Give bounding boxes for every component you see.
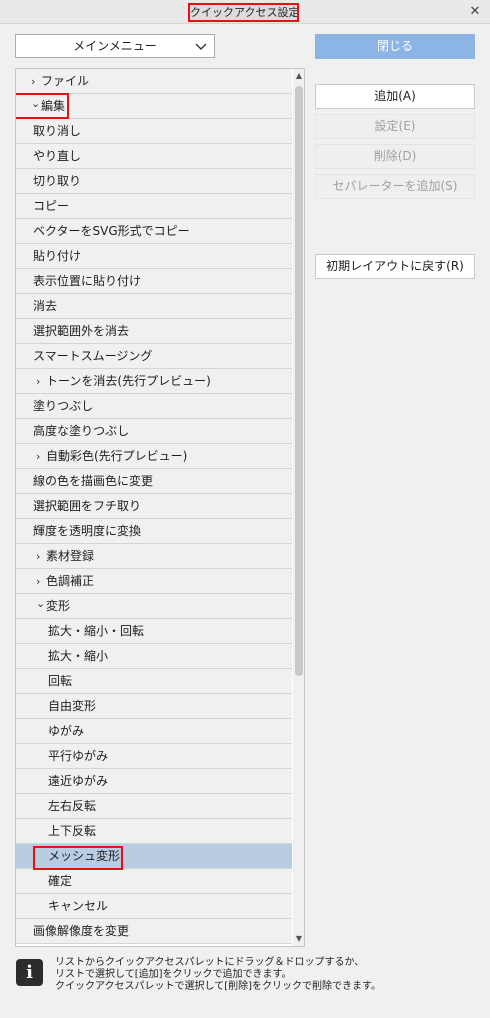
tree-item[interactable]: › 自動彩色(先行プレビュー) (16, 444, 292, 469)
expand-chevron-right-icon[interactable]: › (36, 545, 46, 568)
expand-chevron-right-icon[interactable]: › (31, 70, 41, 93)
tree-item-label: 回転 (48, 674, 73, 688)
tree-item[interactable]: 貼り付け (16, 244, 292, 269)
tree-item-label: 自由変形 (48, 699, 97, 713)
tree-item-label: 切り取り (33, 174, 82, 188)
expand-chevron-down-icon[interactable]: ⌄ (31, 94, 41, 116)
tree-scrollbar[interactable]: ▲ ▼ (293, 69, 304, 946)
tree-item-label: 上下反転 (48, 824, 97, 838)
tree-item[interactable]: 左右反転 (16, 794, 292, 819)
reset-layout-button[interactable]: 初期レイアウトに戻す(R) (315, 254, 475, 279)
expand-chevron-right-icon[interactable]: › (36, 370, 46, 393)
tree-item[interactable]: › ファイル (16, 69, 292, 94)
tree-item[interactable]: 表示位置に貼り付け (16, 269, 292, 294)
add-separator-button[interactable]: セパレーターを追加(S) (315, 174, 475, 199)
tree-item[interactable]: 塗りつぶし (16, 394, 292, 419)
tree-item-label: 拡大・縮小・回転 (48, 624, 145, 638)
scroll-thumb[interactable] (295, 86, 303, 676)
tree-item[interactable]: メッシュ変形 (16, 844, 292, 869)
close-button[interactable]: 閉じる (315, 34, 475, 59)
settings-button[interactable]: 設定(E) (315, 114, 475, 139)
tree-item[interactable]: ⌄編集 (16, 94, 292, 119)
tree-item-label: 遠近ゆがみ (48, 774, 109, 788)
tree-item[interactable]: 遠近ゆがみ (16, 769, 292, 794)
tree-item[interactable]: › 素材登録 (16, 544, 292, 569)
tree-item[interactable]: 自由変形 (16, 694, 292, 719)
tree-item-label: 左右反転 (48, 799, 97, 813)
title-bar: クイックアクセス設定 ✕ (0, 0, 490, 24)
tree-item[interactable]: コピー (16, 194, 292, 219)
scroll-up-arrow-icon[interactable]: ▲ (293, 69, 304, 83)
tree-item-label: 消去 (33, 299, 58, 313)
tree-item[interactable]: 回転 (16, 669, 292, 694)
tree-item[interactable]: 選択範囲外を消去 (16, 319, 292, 344)
expand-chevron-right-icon[interactable]: › (36, 445, 46, 468)
tree-item-label: 編集 (41, 99, 66, 113)
tree-item-label: 高度な塗りつぶし (33, 424, 130, 438)
tree-item[interactable]: 選択範囲をフチ取り (16, 494, 292, 519)
tree-item-label: ゆがみ (48, 724, 85, 738)
menu-select-dropdown[interactable]: メインメニュー (15, 34, 215, 58)
tree-item-label: 選択範囲外を消去 (33, 324, 130, 338)
tree-item[interactable]: 画像解像度を変更 (16, 919, 292, 944)
delete-button[interactable]: 削除(D) (315, 144, 475, 169)
tree-item[interactable]: スマートスムージング (16, 344, 292, 369)
tree-item-label: キャンセル (48, 899, 109, 913)
tree-item[interactable]: ⌄変形 (16, 594, 292, 619)
tree-item[interactable]: 輝度を透明度に変換 (16, 519, 292, 544)
tree-item-label: 取り消し (33, 124, 82, 138)
tree-item-label: 色調補正 (46, 574, 95, 588)
tree-item-label: 拡大・縮小 (48, 649, 109, 663)
tree-item-label: 線の色を描画色に変更 (33, 474, 154, 488)
tree-item[interactable]: › トーンを消去(先行プレビュー) (16, 369, 292, 394)
tree-item[interactable]: やり直し (16, 144, 292, 169)
tree-item-label: 塗りつぶし (33, 399, 94, 413)
tree-item[interactable]: 取り消し (16, 119, 292, 144)
chevron-down-icon (195, 43, 207, 50)
close-icon[interactable]: ✕ (466, 3, 484, 21)
tree-item[interactable]: 消去 (16, 294, 292, 319)
menu-select-value: メインメニュー (73, 39, 157, 53)
command-tree-list[interactable]: › ファイル ⌄編集 取り消し やり直し 切り取り コピー ベクターをSVG形式でコピー 貼り付… (15, 68, 305, 947)
tree-item[interactable]: ベクターをSVG形式でコピー (16, 219, 292, 244)
tree-item[interactable]: › 色調補正 (16, 569, 292, 594)
window-title: クイックアクセス設定 (188, 3, 299, 22)
expand-chevron-down-icon[interactable]: ⌄ (36, 594, 46, 616)
scroll-down-arrow-icon[interactable]: ▼ (293, 932, 304, 946)
tree-item-label: メッシュ変形 (48, 849, 121, 863)
tree-item[interactable]: キャンセル (16, 894, 292, 919)
info-line: クイックアクセスパレットで選択して[削除]をクリックで削除できます。 (55, 981, 382, 992)
tree-item[interactable]: 平行ゆがみ (16, 744, 292, 769)
tree-item-label: 表示位置に貼り付け (33, 274, 142, 288)
tree-item[interactable]: 拡大・縮小 (16, 644, 292, 669)
add-button[interactable]: 追加(A) (315, 84, 475, 109)
info-icon: i (16, 959, 43, 986)
tree-item-label: やり直し (33, 149, 82, 163)
tree-item-label: ベクターをSVG形式でコピー (33, 224, 190, 238)
tree-item-label: ファイル (41, 74, 90, 88)
tree-item-label: 選択範囲をフチ取り (33, 499, 142, 513)
tree-item-label: 自動彩色(先行プレビュー) (46, 449, 188, 463)
tree-item[interactable]: ゆがみ (16, 719, 292, 744)
info-text: リストからクイックアクセスパレットにドラッグ＆ドロップするか、 リストで選択して… (55, 957, 485, 993)
tree-item-label: 平行ゆがみ (48, 749, 109, 763)
tree-item-label: 貼り付け (33, 249, 82, 263)
tree-item[interactable]: 線の色を描画色に変更 (16, 469, 292, 494)
tree-item-label: スマートスムージング (33, 349, 153, 363)
expand-chevron-right-icon[interactable]: › (36, 570, 46, 593)
tree-item[interactable]: 切り取り (16, 169, 292, 194)
tree-item-label: コピー (33, 199, 70, 213)
tree-item-label: 画像解像度を変更 (33, 924, 130, 938)
info-line: リストからクイックアクセスパレットにドラッグ＆ドロップするか、 (55, 957, 365, 968)
tree-item[interactable]: 確定 (16, 869, 292, 894)
tree-item-label: トーンを消去(先行プレビュー) (46, 374, 211, 388)
tree-item[interactable]: 拡大・縮小・回転 (16, 619, 292, 644)
tree-item-label: 素材登録 (46, 549, 95, 563)
tree-item[interactable]: 高度な塗りつぶし (16, 419, 292, 444)
tree-item-label: 変形 (46, 599, 71, 613)
tree-item-label: 確定 (48, 874, 73, 888)
tree-item-label: 輝度を透明度に変換 (33, 524, 142, 538)
tree-item[interactable]: 上下反転 (16, 819, 292, 844)
info-line: リストで選択して[追加]をクリックで追加できます。 (55, 969, 292, 980)
